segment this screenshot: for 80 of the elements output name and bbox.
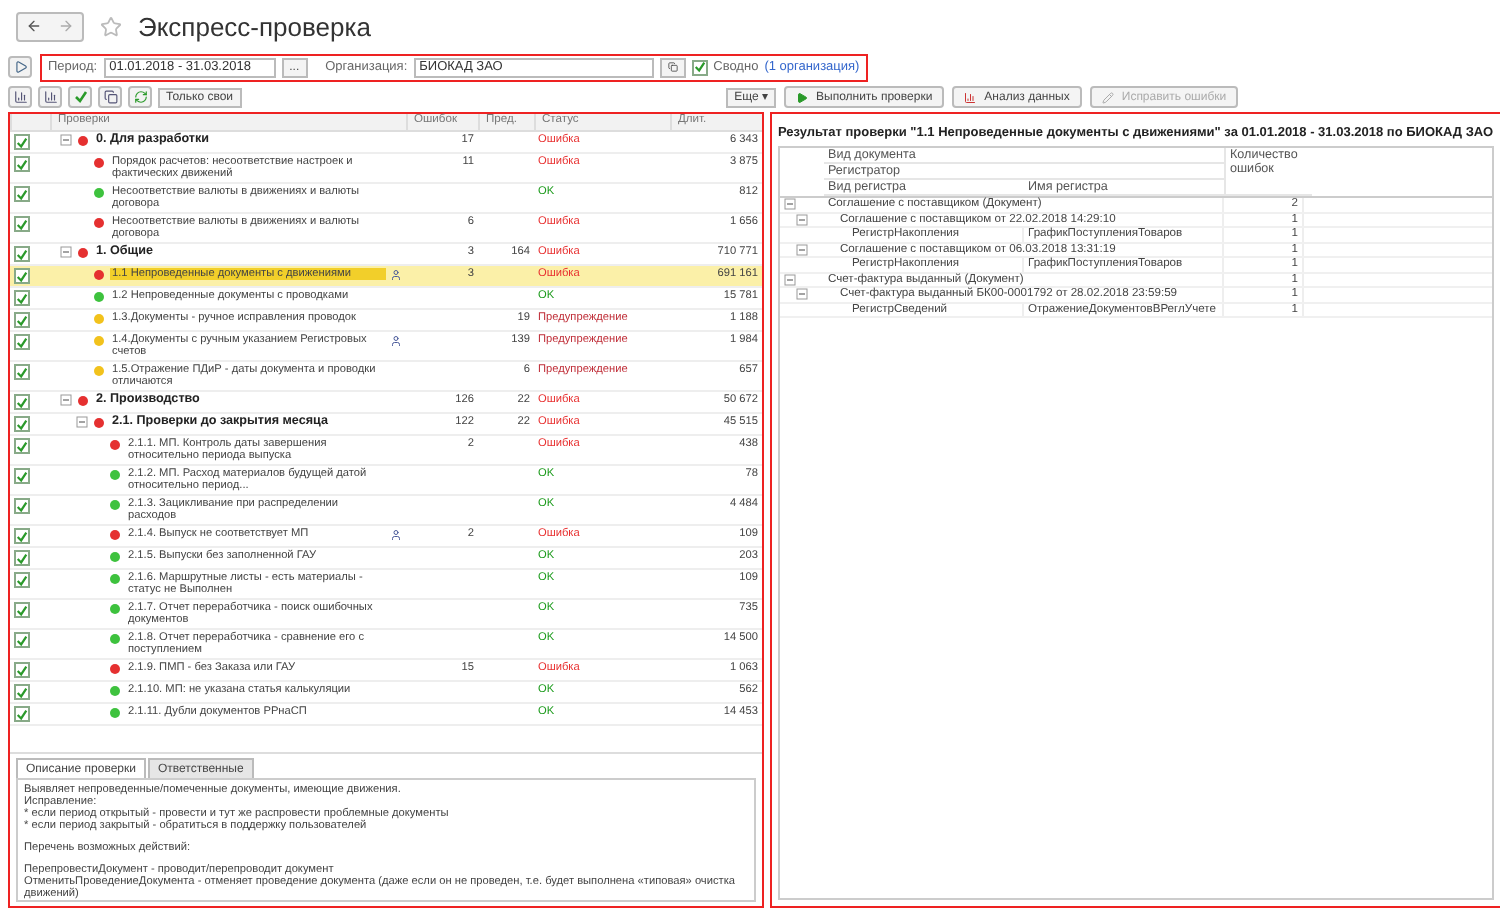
status-dot-icon: [110, 469, 120, 479]
window-title: Экспресс-проверка: [138, 11, 371, 41]
status-dot-icon: [110, 529, 120, 539]
chart-icon: [13, 90, 27, 104]
status-dot-icon: [94, 187, 104, 197]
collapse-icon[interactable]: [60, 394, 72, 406]
row-checkbox[interactable]: [14, 662, 30, 678]
row-checkbox[interactable]: [14, 706, 30, 722]
row-checkbox[interactable]: [14, 290, 30, 306]
open-button[interactable]: [659, 57, 686, 77]
status-dot-icon: [110, 573, 120, 583]
row-checkbox[interactable]: [14, 572, 30, 588]
copy-button[interactable]: [98, 86, 122, 108]
row-checkbox[interactable]: [14, 394, 30, 410]
row-checkbox[interactable]: [14, 364, 30, 380]
row-checkbox[interactable]: [14, 334, 30, 350]
row-checkbox[interactable]: [14, 216, 30, 232]
status-dot-icon: [110, 663, 120, 673]
status-dot-icon: [110, 439, 120, 449]
status-dot-icon: [94, 365, 104, 375]
arrow-left-icon: [26, 18, 42, 34]
row-checkbox[interactable]: [14, 528, 30, 544]
status-dot-icon: [94, 335, 104, 345]
pencil-icon: [1101, 91, 1114, 103]
status-dot-icon: [78, 247, 88, 257]
status-dot-icon: [94, 291, 104, 301]
refresh-button[interactable]: [128, 86, 152, 108]
row-checkbox[interactable]: [14, 632, 30, 648]
collapse-icon[interactable]: [60, 134, 72, 146]
row-checkbox[interactable]: [14, 134, 30, 150]
collapse-icon[interactable]: [76, 416, 88, 428]
status-dot-icon: [110, 499, 120, 509]
status-dot-icon: [110, 685, 120, 695]
row-checkbox[interactable]: [14, 550, 30, 566]
status-dot-icon: [94, 217, 104, 227]
copy-icon: [667, 62, 678, 72]
person-icon: [390, 334, 402, 348]
person-icon: [390, 268, 402, 282]
chart-icon: [964, 91, 977, 103]
row-checkbox[interactable]: [14, 438, 30, 454]
status-dot-icon: [78, 135, 88, 145]
check-all-button[interactable]: [68, 86, 92, 108]
collapse-all-button[interactable]: [38, 86, 62, 108]
status-dot-icon: [94, 417, 104, 427]
row-checkbox[interactable]: [14, 468, 30, 484]
status-dot-icon: [110, 551, 120, 561]
row-checkbox[interactable]: [14, 268, 30, 284]
collapse-icon[interactable]: [796, 288, 808, 301]
check-icon: [73, 90, 87, 104]
chart-icon: [43, 90, 57, 104]
play-icon: [13, 60, 27, 74]
collapse-icon[interactable]: [784, 198, 796, 211]
status-dot-icon: [78, 395, 88, 405]
arrow-right-icon: [58, 18, 74, 34]
row-checkbox[interactable]: [14, 156, 30, 172]
refresh-icon: [133, 90, 147, 104]
status-dot-icon: [94, 313, 104, 323]
status-dot-icon: [94, 157, 104, 167]
status-dot-icon: [110, 707, 120, 717]
collapse-icon[interactable]: [784, 273, 796, 286]
collapse-icon[interactable]: [796, 213, 808, 226]
copy-icon: [103, 90, 117, 104]
row-checkbox[interactable]: [14, 416, 30, 432]
row-checkbox[interactable]: [14, 246, 30, 262]
summary-checkbox[interactable]: [691, 59, 708, 75]
row-checkbox[interactable]: [14, 312, 30, 328]
collapse-icon[interactable]: [796, 243, 808, 256]
status-dot-icon: [110, 633, 120, 643]
status-dot-icon: [94, 269, 104, 279]
status-dot-icon: [110, 603, 120, 613]
star-icon[interactable]: [100, 15, 122, 37]
row-checkbox[interactable]: [14, 684, 30, 700]
collapse-icon[interactable]: [60, 246, 72, 258]
row-checkbox[interactable]: [14, 602, 30, 618]
play-icon: [796, 91, 808, 103]
row-checkbox[interactable]: [14, 498, 30, 514]
row-checkbox[interactable]: [14, 186, 30, 202]
person-icon: [390, 528, 402, 542]
panel-toggle-button[interactable]: [8, 56, 32, 78]
expand-all-button[interactable]: [8, 86, 32, 108]
